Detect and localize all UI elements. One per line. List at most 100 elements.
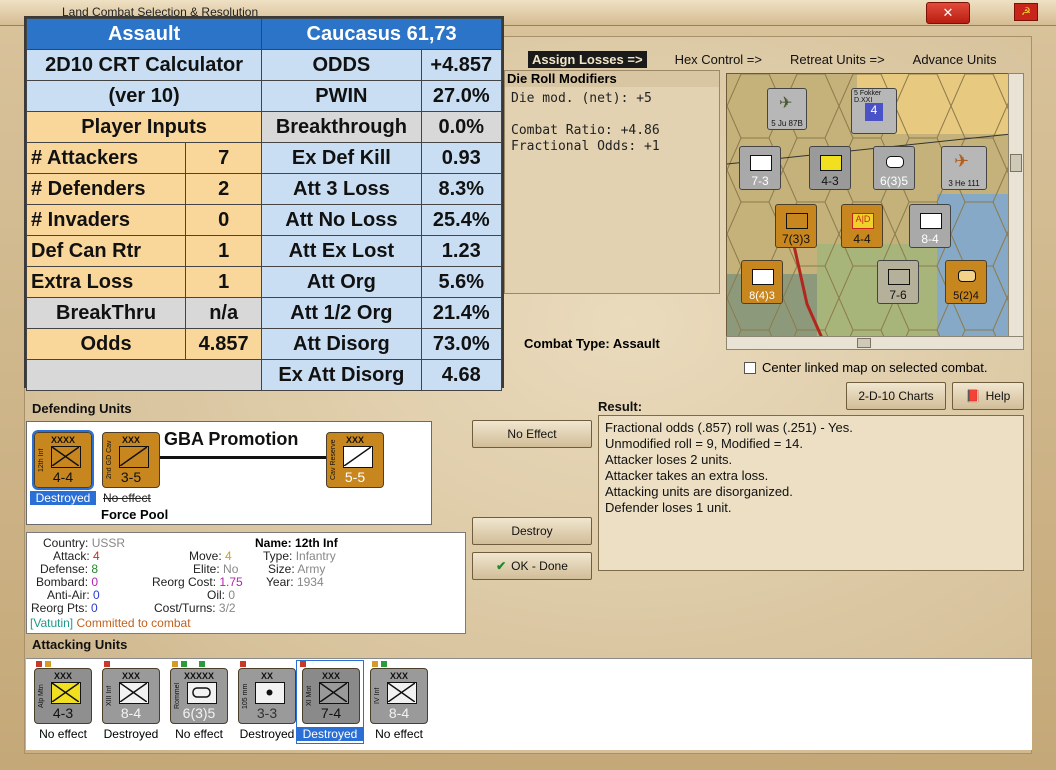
map-counter-label: 4-3 (821, 174, 839, 188)
map-counter-label: 5 Ju 87B (771, 119, 803, 128)
map-counter[interactable]: 7(3)3 (775, 204, 817, 248)
scroll-thumb[interactable] (1010, 154, 1022, 172)
crt-input-value: 2 (185, 173, 263, 205)
map-vertical-scrollbar[interactable] (1008, 73, 1024, 337)
ok-done-button[interactable]: ✔ OK - Done (472, 552, 592, 580)
map-counter[interactable]: 7-6 (877, 260, 919, 304)
map-horizontal-scrollbar[interactable] (726, 336, 1024, 350)
ussr-flag-icon: ☭ (1014, 3, 1038, 21)
map-counter-label: 7-3 (751, 174, 769, 188)
unit-status-caption: No effect (175, 727, 223, 741)
attacking-unit-rommel[interactable]: Rommel XXXXX 6(3)5 (170, 668, 228, 724)
crt-result-label: Att 3 Loss (261, 173, 422, 205)
map-counter-bomber[interactable]: ✈ 3 He 111 (941, 146, 987, 190)
info-key: Year: (266, 575, 294, 589)
unit-size-label: XXX (389, 671, 408, 681)
tab-retreat-units[interactable]: Retreat Units => (790, 52, 885, 67)
crt-calculator-overlay: Assault Caucasus 61,73 2D10 CRT Calculat… (24, 16, 504, 391)
checkmark-icon: ✔ (496, 559, 507, 573)
attacking-unit-alp-mtn[interactable]: Alp Mtn XXX 4-3 (34, 668, 92, 724)
no-effect-button[interactable]: No Effect (472, 420, 592, 448)
attacking-unit-xiii-inf[interactable]: XIII Inf XXX 8-4 (102, 668, 160, 724)
crt-input-value: 0 (185, 204, 263, 236)
help-button[interactable]: 📕 Help (952, 382, 1024, 410)
crt-input-value: 7 (185, 142, 263, 174)
combat-type-label: Combat Type: Assault (524, 336, 660, 351)
crt-result-value: 25.4% (420, 204, 503, 236)
tab-assign-losses[interactable]: Assign Losses => (528, 50, 647, 68)
unit-strength: 8-4 (120, 705, 142, 721)
center-linked-label: Center linked map on selected combat. (762, 360, 988, 375)
crt-input-label: BreakThru (25, 297, 187, 329)
unit-strength: 4-4 (52, 469, 74, 485)
map-counter[interactable]: 5(2)4 (945, 260, 987, 304)
close-icon[interactable]: ✕ (926, 2, 970, 24)
defending-unit-2nd-gd-cav[interactable]: 2nd GD Cav XXX 3-5 (102, 432, 160, 488)
tab-advance-units[interactable]: Advance Units (913, 52, 997, 67)
result-label: Result: (598, 399, 643, 414)
attack-defend-icon: A|D (852, 213, 874, 229)
map-counter-label: 8(4)3 (749, 290, 775, 302)
mini-map[interactable]: 7-3 4-3 6(3)5 ✈ 3 He 111 7(3)3 A|D 4-4 8… (726, 73, 1010, 337)
destroy-button[interactable]: Destroy (472, 517, 592, 545)
crt-input-label: Extra Loss (25, 266, 187, 298)
fighter-badge-icon: 4 (865, 103, 883, 121)
defending-unit-cav-reserve[interactable]: Cav Reserve XXX 5-5 (326, 432, 384, 488)
map-counter[interactable]: 7-3 (739, 146, 781, 190)
crt-result-label: Att No Loss (261, 204, 422, 236)
result-line: Defender loses 1 unit. (605, 500, 732, 515)
scroll-thumb[interactable] (857, 338, 871, 348)
crt-result-label: Breakthrough (261, 111, 422, 143)
attacking-unit-iv-inf[interactable]: IV Inf XXX 8-4 (370, 668, 428, 724)
info-value: 3/2 (218, 601, 236, 615)
map-counter-fighter[interactable]: 4 5 Fokker D.XXI (851, 88, 897, 134)
unit-strength: 4-3 (52, 705, 74, 721)
info-value: 1934 (296, 575, 324, 589)
crt-result-label: PWIN (261, 80, 422, 112)
map-counter[interactable]: 8(4)3 (741, 260, 783, 304)
center-linked-option[interactable]: Center linked map on selected combat. (744, 360, 987, 375)
attacking-unit-105mm[interactable]: 105 mm XX 3-3 (238, 668, 296, 724)
crt-input-label: # Attackers (25, 142, 187, 174)
charts-button[interactable]: 2-D-10 Charts (846, 382, 946, 410)
map-counter[interactable]: 4-3 (809, 146, 851, 190)
center-linked-checkbox[interactable] (744, 361, 756, 374)
crt-result-label: Ex Att Disorg (261, 359, 422, 391)
unit-size-label: XXX (345, 435, 364, 445)
unit-status-caption: No effect (103, 491, 151, 505)
crt-result-value: 0.0% (420, 111, 503, 143)
unit-strength: 5-5 (344, 469, 366, 485)
crt-input-label: # Defenders (25, 173, 187, 205)
map-counter-stuka[interactable]: ✈ 5 Ju 87B (767, 88, 807, 130)
map-counter[interactable]: 8-4 (909, 204, 951, 248)
attacking-unit-xi-mot[interactable]: XI Mot XXX 7-4 (302, 668, 360, 724)
unit-status-caption: Destroyed (103, 727, 159, 741)
info-key: Elite: (193, 562, 220, 576)
info-value: 12th Inf (295, 536, 338, 550)
crt-result-value: 4.68 (420, 359, 503, 391)
crt-result-label: Att Org (261, 266, 422, 298)
destroy-button-label: Destroy (511, 524, 553, 538)
map-counter[interactable]: 6(3)5 (873, 146, 915, 190)
map-counter-label: 7(3)3 (781, 232, 810, 246)
map-counter-label: 6(3)5 (879, 174, 908, 188)
map-counter-target[interactable]: A|D 4-4 (841, 204, 883, 248)
defending-unit-12th-inf[interactable]: 12th Inf XXXX 4-4 (32, 430, 94, 490)
result-line: Attacking units are disorganized. (605, 484, 793, 499)
unit-status-text: Committed to combat (76, 616, 191, 630)
drm-line: Combat Ratio: +4.86 (511, 123, 660, 138)
crt-input-value: 1 (185, 235, 263, 267)
unit-status-dots (104, 661, 110, 667)
map-counter-label: 4-4 (853, 232, 871, 246)
unit-status-caption: No effect (375, 727, 423, 741)
crt-calc-name: 2D10 CRT Calculator (25, 49, 263, 81)
phase-tabs: Assign Losses => Hex Control => Retreat … (528, 49, 1024, 69)
info-value: 4 (93, 549, 100, 563)
info-key: Attack: (53, 549, 90, 563)
tab-hex-control[interactable]: Hex Control => (675, 52, 762, 67)
unit-status-dots (240, 661, 246, 667)
info-key: Oil: (207, 588, 225, 602)
info-key: Reorg Cost: (152, 575, 217, 589)
crt-result-label: Att Ex Lost (261, 235, 422, 267)
crt-input-label: Def Can Rtr (25, 235, 187, 267)
